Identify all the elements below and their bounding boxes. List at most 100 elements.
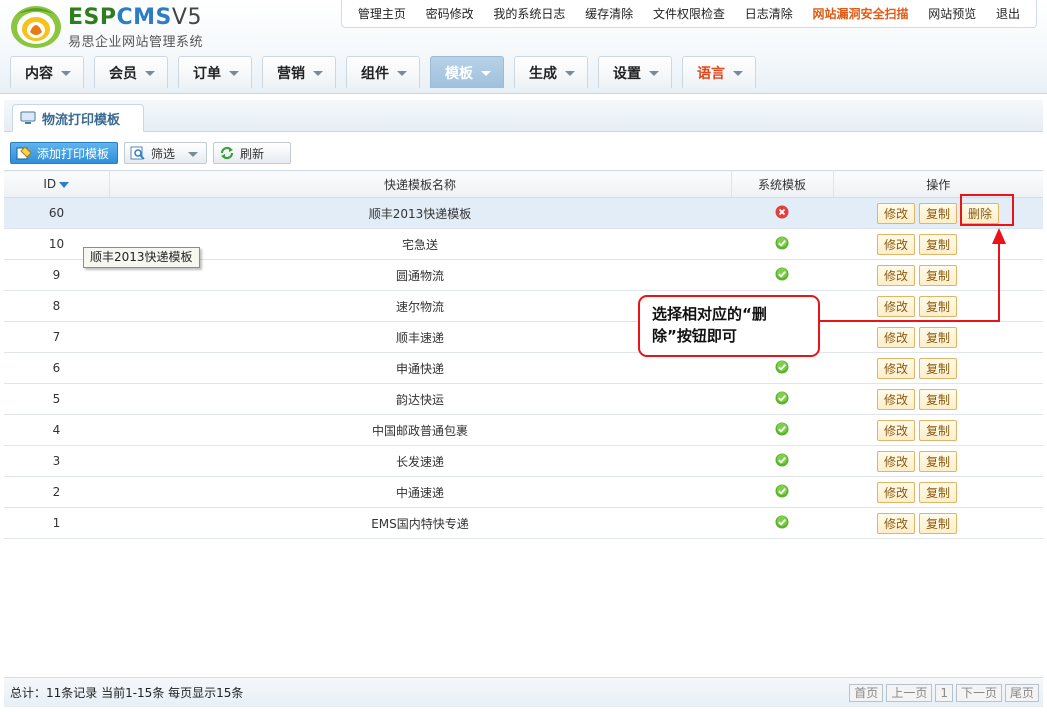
copy-button[interactable]: 复制	[919, 419, 958, 441]
cell-id: 5	[4, 383, 109, 415]
copy-button[interactable]: 复制	[919, 512, 958, 534]
row-actions: 修改 复制	[876, 388, 958, 410]
table-row[interactable]: 5 韵达快运 修改 复制	[4, 383, 1043, 415]
cell-system-template	[731, 197, 833, 229]
cell-system-template	[731, 259, 833, 291]
cell-template-name[interactable]: 顺丰2013快递模板	[109, 197, 731, 229]
column-header-id-label: ID	[43, 177, 57, 191]
table-row[interactable]: 8 速尔物流 修改 复制	[4, 290, 1043, 322]
chevron-down-icon	[188, 151, 199, 157]
cell-actions: 修改 复制	[833, 476, 1043, 508]
pager-last-button[interactable]: 尾页	[1004, 683, 1039, 702]
cell-template-name[interactable]: 圆通物流	[109, 259, 731, 291]
edit-button[interactable]: 修改	[876, 419, 915, 441]
edit-button[interactable]: 修改	[876, 264, 915, 286]
chevron-down-icon	[313, 71, 323, 76]
cell-template-name[interactable]: 申通快递	[109, 352, 731, 384]
record-summary: 总计：11条记录 当前1-15条 每页显示15条	[10, 686, 244, 700]
edit-button[interactable]: 修改	[876, 450, 915, 472]
copy-button[interactable]: 复制	[918, 202, 957, 224]
edit-button[interactable]: 修改	[876, 326, 915, 348]
table-row[interactable]: 7 顺丰速递 修改 复制	[4, 321, 1043, 353]
top-link-5[interactable]: 日志清除	[745, 5, 793, 22]
edit-button[interactable]: 修改	[876, 233, 915, 255]
copy-button[interactable]: 复制	[919, 264, 958, 286]
section-tab-label: 物流打印模板	[42, 112, 121, 128]
nav-tab-1[interactable]: 会员	[94, 56, 168, 88]
nav-tab-7[interactable]: 设置	[598, 56, 672, 88]
nav-tab-5[interactable]: 模板	[430, 56, 504, 88]
edit-button[interactable]: 修改	[876, 512, 915, 534]
nav-tab-label: 语言	[697, 65, 725, 82]
edit-button[interactable]: 修改	[876, 357, 915, 379]
copy-button[interactable]: 复制	[919, 357, 958, 379]
cell-template-name[interactable]: 宅急送	[109, 228, 731, 260]
nav-tab-2[interactable]: 订单	[178, 56, 252, 88]
cell-template-name[interactable]: EMS国内特快专递	[109, 507, 731, 539]
pager-current-page[interactable]: 1	[935, 683, 953, 702]
table-row[interactable]: 60 顺丰2013快递模板 修改 复制 删除	[4, 197, 1043, 229]
row-actions: 修改 复制	[876, 264, 958, 286]
top-link-3[interactable]: 缓存清除	[585, 5, 633, 22]
cell-system-template	[731, 445, 833, 477]
refresh-button[interactable]: 刷新	[213, 142, 292, 164]
table-row[interactable]: 1 EMS国内特快专递 修改 复制	[4, 507, 1043, 539]
nav-tab-label: 订单	[193, 65, 221, 82]
copy-button[interactable]: 复制	[919, 388, 958, 410]
cell-system-template	[731, 383, 833, 415]
cell-template-name[interactable]: 长发速递	[109, 445, 731, 477]
top-link-7[interactable]: 网站预览	[928, 5, 976, 22]
cell-id: 7	[4, 321, 109, 353]
filter-dropdown-button[interactable]: 筛选	[124, 142, 208, 164]
edit-button[interactable]: 修改	[876, 388, 915, 410]
top-link-6[interactable]: 网站漏洞安全扫描	[812, 5, 908, 22]
top-link-4[interactable]: 文件权限检查	[653, 5, 725, 22]
nav-tab-label: 会员	[109, 65, 137, 82]
top-link-8[interactable]: 退出	[996, 5, 1020, 22]
top-link-1[interactable]: 密码修改	[426, 5, 474, 22]
row-actions: 修改 复制	[876, 295, 958, 317]
tab-logistics-print-template[interactable]: 物流打印模板	[12, 104, 144, 132]
cell-id: 60	[4, 197, 109, 229]
cell-template-name[interactable]: 韵达快运	[109, 383, 731, 415]
nav-tab-4[interactable]: 组件	[346, 56, 420, 88]
column-header-id[interactable]: ID	[4, 170, 110, 198]
cell-template-name[interactable]: 中国邮政普通包裹	[109, 414, 731, 446]
edit-button[interactable]: 修改	[876, 202, 915, 224]
delete-button[interactable]: 删除	[961, 202, 1000, 224]
cell-system-template	[731, 228, 833, 260]
chevron-down-icon	[145, 71, 155, 76]
copy-button[interactable]: 复制	[919, 450, 958, 472]
edit-button[interactable]: 修改	[876, 295, 915, 317]
add-print-template-button[interactable]: 添加打印模板	[10, 142, 119, 164]
nav-tab-3[interactable]: 营销	[262, 56, 336, 88]
top-link-0[interactable]: 管理主页	[358, 5, 406, 22]
table-row[interactable]: 6 申通快递 修改 复制	[4, 352, 1043, 384]
header: ESPCMSV5 易思企业网站管理系统 管理主页 密码修改 我的系统日志 缓存清除 文件…	[0, 0, 1047, 94]
nav-tab-6[interactable]: 生成	[514, 56, 588, 88]
pager-prev-button[interactable]: 上一页	[886, 683, 933, 702]
nav-tab-0[interactable]: 内容	[10, 56, 84, 88]
copy-button[interactable]: 复制	[919, 295, 958, 317]
nav-tab-label: 模板	[445, 65, 473, 82]
cell-template-name[interactable]: 中通速递	[109, 476, 731, 508]
copy-button[interactable]: 复制	[919, 326, 958, 348]
nav-tab-8[interactable]: 语言	[682, 56, 756, 88]
pager-next-button[interactable]: 下一页	[955, 683, 1002, 702]
copy-button[interactable]: 复制	[919, 233, 958, 255]
copy-button[interactable]: 复制	[919, 481, 958, 503]
nav-tab-label: 设置	[613, 65, 641, 82]
cross-circle-icon	[775, 205, 789, 222]
edit-button[interactable]: 修改	[876, 481, 915, 503]
chevron-down-icon	[733, 71, 743, 76]
pager-first-button[interactable]: 首页	[849, 683, 884, 702]
annotation-callout: 选择相对应的“删除”按钮即可	[638, 295, 820, 357]
table-row[interactable]: 3 长发速递 修改 复制	[4, 445, 1043, 477]
cell-actions: 修改 复制	[833, 290, 1043, 322]
table-row[interactable]: 2 中通速递 修改 复制	[4, 476, 1043, 508]
pager: 首页 上一页 1 下一页 尾页	[849, 683, 1039, 702]
cell-id: 3	[4, 445, 109, 477]
table-row[interactable]: 4 中国邮政普通包裹 修改 复制	[4, 414, 1043, 446]
row-actions: 修改 复制	[876, 326, 958, 348]
top-link-2[interactable]: 我的系统日志	[493, 5, 565, 22]
